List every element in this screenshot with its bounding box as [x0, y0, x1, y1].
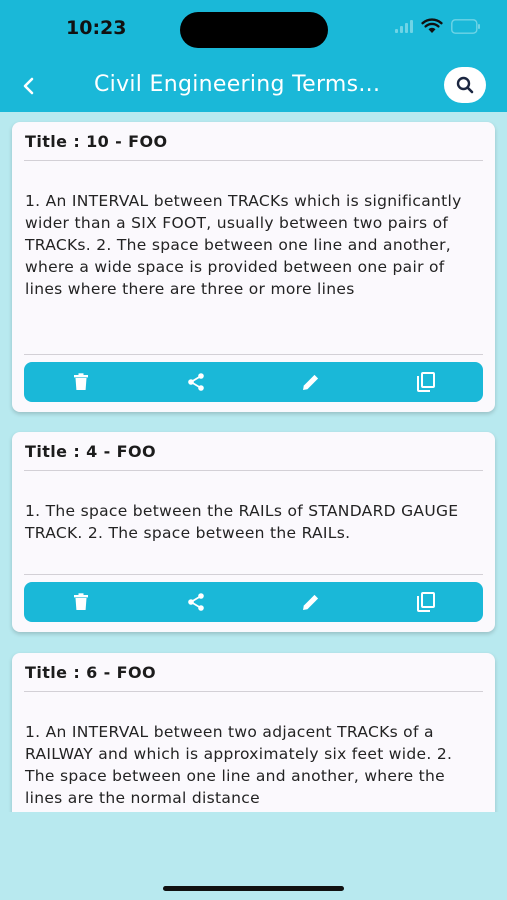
card-body: 1. The space between the RAILs of STANDA… — [25, 502, 459, 542]
terms-list[interactable]: Title : 10 - FOO 1. An INTERVAL between … — [0, 112, 507, 812]
status-icons — [395, 18, 481, 34]
status-time: 10:23 — [66, 17, 127, 39]
card-action-bar — [24, 362, 483, 402]
share-icon[interactable] — [185, 591, 207, 613]
pencil-icon[interactable] — [300, 591, 322, 613]
card-divider — [24, 574, 483, 575]
battery-icon — [451, 18, 481, 34]
nav-bar: Civil Engineering Terms... — [0, 62, 507, 110]
wifi-icon — [421, 18, 443, 34]
page-title: Civil Engineering Terms... — [94, 72, 381, 97]
card-divider — [24, 470, 483, 471]
term-card: Title : 4 - FOO 1. The space between the… — [12, 432, 495, 632]
chevron-left-icon[interactable] — [16, 72, 42, 100]
share-icon[interactable] — [185, 371, 207, 393]
card-divider — [24, 160, 483, 161]
trash-icon[interactable] — [70, 371, 92, 393]
term-card: Title : 10 - FOO 1. An INTERVAL between … — [12, 122, 495, 412]
card-body: 1. An INTERVAL between TRACKs which is s… — [25, 192, 462, 298]
copy-icon[interactable] — [415, 371, 437, 393]
card-divider — [24, 691, 483, 692]
search-button[interactable] — [444, 67, 486, 103]
dynamic-island — [180, 12, 328, 48]
home-indicator — [163, 886, 344, 891]
cellular-signal-icon — [395, 19, 413, 33]
term-card: Title : 6 - FOO 1. An INTERVAL between t… — [12, 653, 495, 812]
pencil-icon[interactable] — [300, 371, 322, 393]
copy-icon[interactable] — [415, 591, 437, 613]
card-action-bar — [24, 582, 483, 622]
search-icon — [456, 76, 474, 94]
card-title: Title : 10 - FOO — [25, 132, 168, 151]
card-body: 1. An INTERVAL between two adjacent TRAC… — [25, 723, 453, 807]
trash-icon[interactable] — [70, 591, 92, 613]
app-header: 10:23 Civil Engineering Terms... — [0, 0, 507, 112]
card-divider — [24, 354, 483, 355]
card-title: Title : 4 - FOO — [25, 442, 156, 461]
card-title: Title : 6 - FOO — [25, 663, 156, 682]
